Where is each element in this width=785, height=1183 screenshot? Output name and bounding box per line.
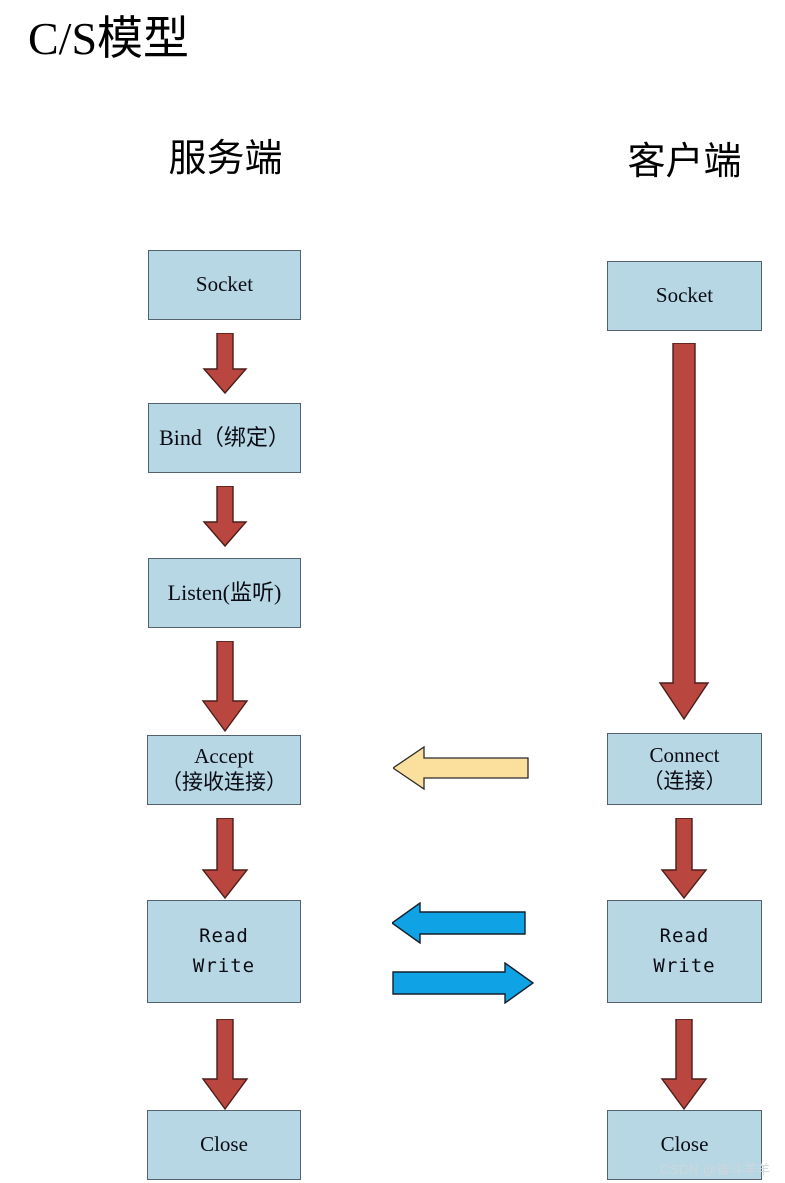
node-server-listen[interactable]: Listen(监听)	[148, 558, 301, 628]
node-client-connect[interactable]: Connect （连接）	[607, 733, 762, 805]
arrow-client-to-server-data	[392, 902, 526, 944]
node-label: Close	[200, 1132, 248, 1157]
node-server-accept[interactable]: Accept （接收连接）	[147, 735, 301, 805]
node-sublabel: （接收连接）	[161, 770, 287, 794]
node-label: Read	[659, 925, 710, 948]
watermark: CSDN @奋斗羊羊	[660, 1162, 771, 1177]
node-label: Socket	[655, 283, 714, 308]
node-client-socket[interactable]: Socket	[607, 261, 762, 331]
node-label: Read	[199, 925, 249, 948]
arrow-client-connect-to-rw	[658, 818, 710, 900]
node-label: Bind（绑定）	[159, 424, 290, 450]
node-label: Listen(监听)	[167, 579, 282, 605]
arrow-client-socket-to-connect	[655, 343, 713, 721]
page-title: C/S模型	[28, 13, 190, 64]
node-label: Accept	[194, 744, 254, 769]
arrow-server-accept-to-rw	[199, 818, 251, 900]
node-label: Connect	[649, 743, 720, 768]
node-server-bind[interactable]: Bind（绑定）	[148, 403, 301, 473]
diagram-canvas: C/S模型 服务端 客户端 Socket Bind（绑定） Listen(监听)…	[0, 0, 785, 1183]
arrow-server-bind-to-listen	[200, 486, 250, 548]
arrow-client-rw-to-close	[658, 1019, 710, 1111]
node-client-readwrite[interactable]: Read Write	[607, 900, 762, 1003]
column-header-server: 服务端	[168, 138, 283, 180]
node-sublabel: Write	[192, 954, 256, 977]
arrow-connect-to-accept	[393, 745, 529, 791]
node-server-close[interactable]: Close	[147, 1110, 301, 1180]
arrow-server-socket-to-bind	[200, 333, 250, 395]
column-header-client: 客户端	[627, 141, 742, 183]
node-label: Close	[660, 1132, 709, 1157]
node-sublabel: Write	[653, 954, 716, 977]
node-label: Socket	[195, 272, 254, 297]
node-sublabel: （连接）	[642, 769, 727, 793]
arrow-server-to-client-data	[392, 962, 534, 1004]
arrow-server-listen-to-accept	[199, 641, 251, 733]
node-server-socket[interactable]: Socket	[148, 250, 301, 320]
arrow-server-rw-to-close	[199, 1019, 251, 1111]
node-server-readwrite[interactable]: Read Write	[147, 900, 301, 1003]
